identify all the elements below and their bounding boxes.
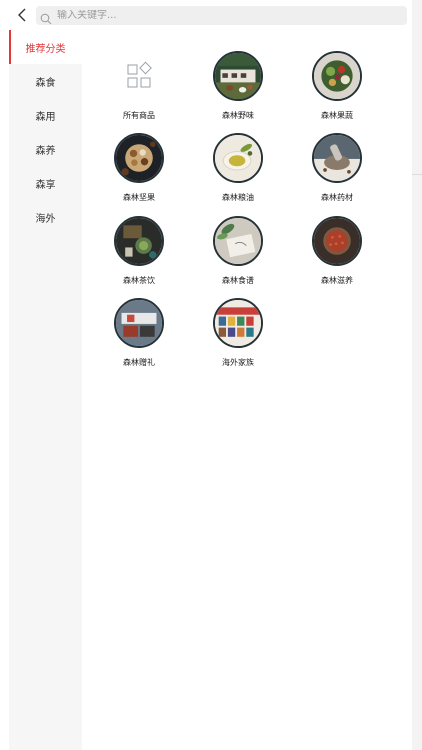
category-image bbox=[114, 298, 164, 348]
category-forest-grain-oil[interactable]: 森林粮油 bbox=[198, 133, 278, 211]
category-overseas-family[interactable]: 海外家族 bbox=[198, 298, 278, 376]
category-label: 森林粮油 bbox=[222, 193, 254, 202]
sidebar-item-label: 森养 bbox=[35, 145, 56, 157]
category-forest-nourish[interactable]: 森林滋养 bbox=[297, 216, 377, 294]
search-icon bbox=[40, 10, 52, 24]
category-forest-tea[interactable]: 森林茶饮 bbox=[99, 216, 179, 294]
category-image bbox=[114, 216, 164, 266]
category-label: 森林茶饮 bbox=[123, 276, 155, 285]
sidebar-item-enjoy[interactable]: 森享 bbox=[9, 166, 82, 200]
sidebar-item-wellness[interactable]: 森养 bbox=[9, 132, 82, 166]
category-label: 森林药材 bbox=[321, 193, 353, 202]
sidebar-item-label: 推荐分类 bbox=[25, 43, 66, 55]
category-forest-recipes[interactable]: 森林食谱 bbox=[198, 216, 278, 294]
sidebar-item-label: 森用 bbox=[35, 111, 56, 123]
search-input[interactable] bbox=[57, 10, 397, 21]
category-image bbox=[213, 133, 263, 183]
search-bar[interactable] bbox=[36, 6, 407, 25]
sidebar-item-overseas[interactable]: 海外 bbox=[9, 200, 82, 234]
category-forest-produce[interactable]: 森林果蔬 bbox=[297, 51, 377, 129]
category-forest-nuts[interactable]: 森林坚果 bbox=[99, 133, 179, 211]
grid-icon bbox=[114, 51, 164, 101]
sidebar-item-food[interactable]: 森食 bbox=[9, 64, 82, 98]
category-label: 森林坚果 bbox=[123, 193, 155, 202]
category-forest-herbs[interactable]: 森林药材 bbox=[297, 133, 377, 211]
sidebar-item-label: 森食 bbox=[35, 77, 56, 89]
category-all-products[interactable]: 所有商品 bbox=[99, 51, 179, 129]
category-image bbox=[213, 51, 263, 101]
sidebar-item-label: 海外 bbox=[35, 213, 56, 225]
header-bar bbox=[0, 0, 412, 30]
category-image bbox=[213, 298, 263, 348]
category-label: 所有商品 bbox=[123, 111, 155, 120]
back-arrow-icon[interactable] bbox=[14, 6, 32, 24]
category-label: 森林食谱 bbox=[222, 276, 254, 285]
sidebar-item-recommended[interactable]: 推荐分类 bbox=[9, 30, 82, 64]
category-image bbox=[312, 133, 362, 183]
category-image bbox=[312, 216, 362, 266]
category-image bbox=[213, 216, 263, 266]
edge-divider bbox=[412, 174, 422, 175]
category-label: 森林野味 bbox=[222, 111, 254, 120]
category-label: 森林赠礼 bbox=[123, 358, 155, 367]
sidebar-item-label: 森享 bbox=[35, 179, 56, 191]
sidebar-item-goods[interactable]: 森用 bbox=[9, 98, 82, 132]
category-label: 森林滋养 bbox=[321, 276, 353, 285]
category-sidebar: 推荐分类 森食 森用 森养 森享 海外 bbox=[9, 30, 82, 750]
category-forest-gifts[interactable]: 森林赠礼 bbox=[99, 298, 179, 376]
category-image bbox=[312, 51, 362, 101]
right-edge-strip bbox=[412, 0, 422, 750]
category-forest-game[interactable]: 森林野味 bbox=[198, 51, 278, 129]
category-label: 海外家族 bbox=[222, 358, 254, 367]
category-image bbox=[114, 133, 164, 183]
category-label: 森林果蔬 bbox=[321, 111, 353, 120]
